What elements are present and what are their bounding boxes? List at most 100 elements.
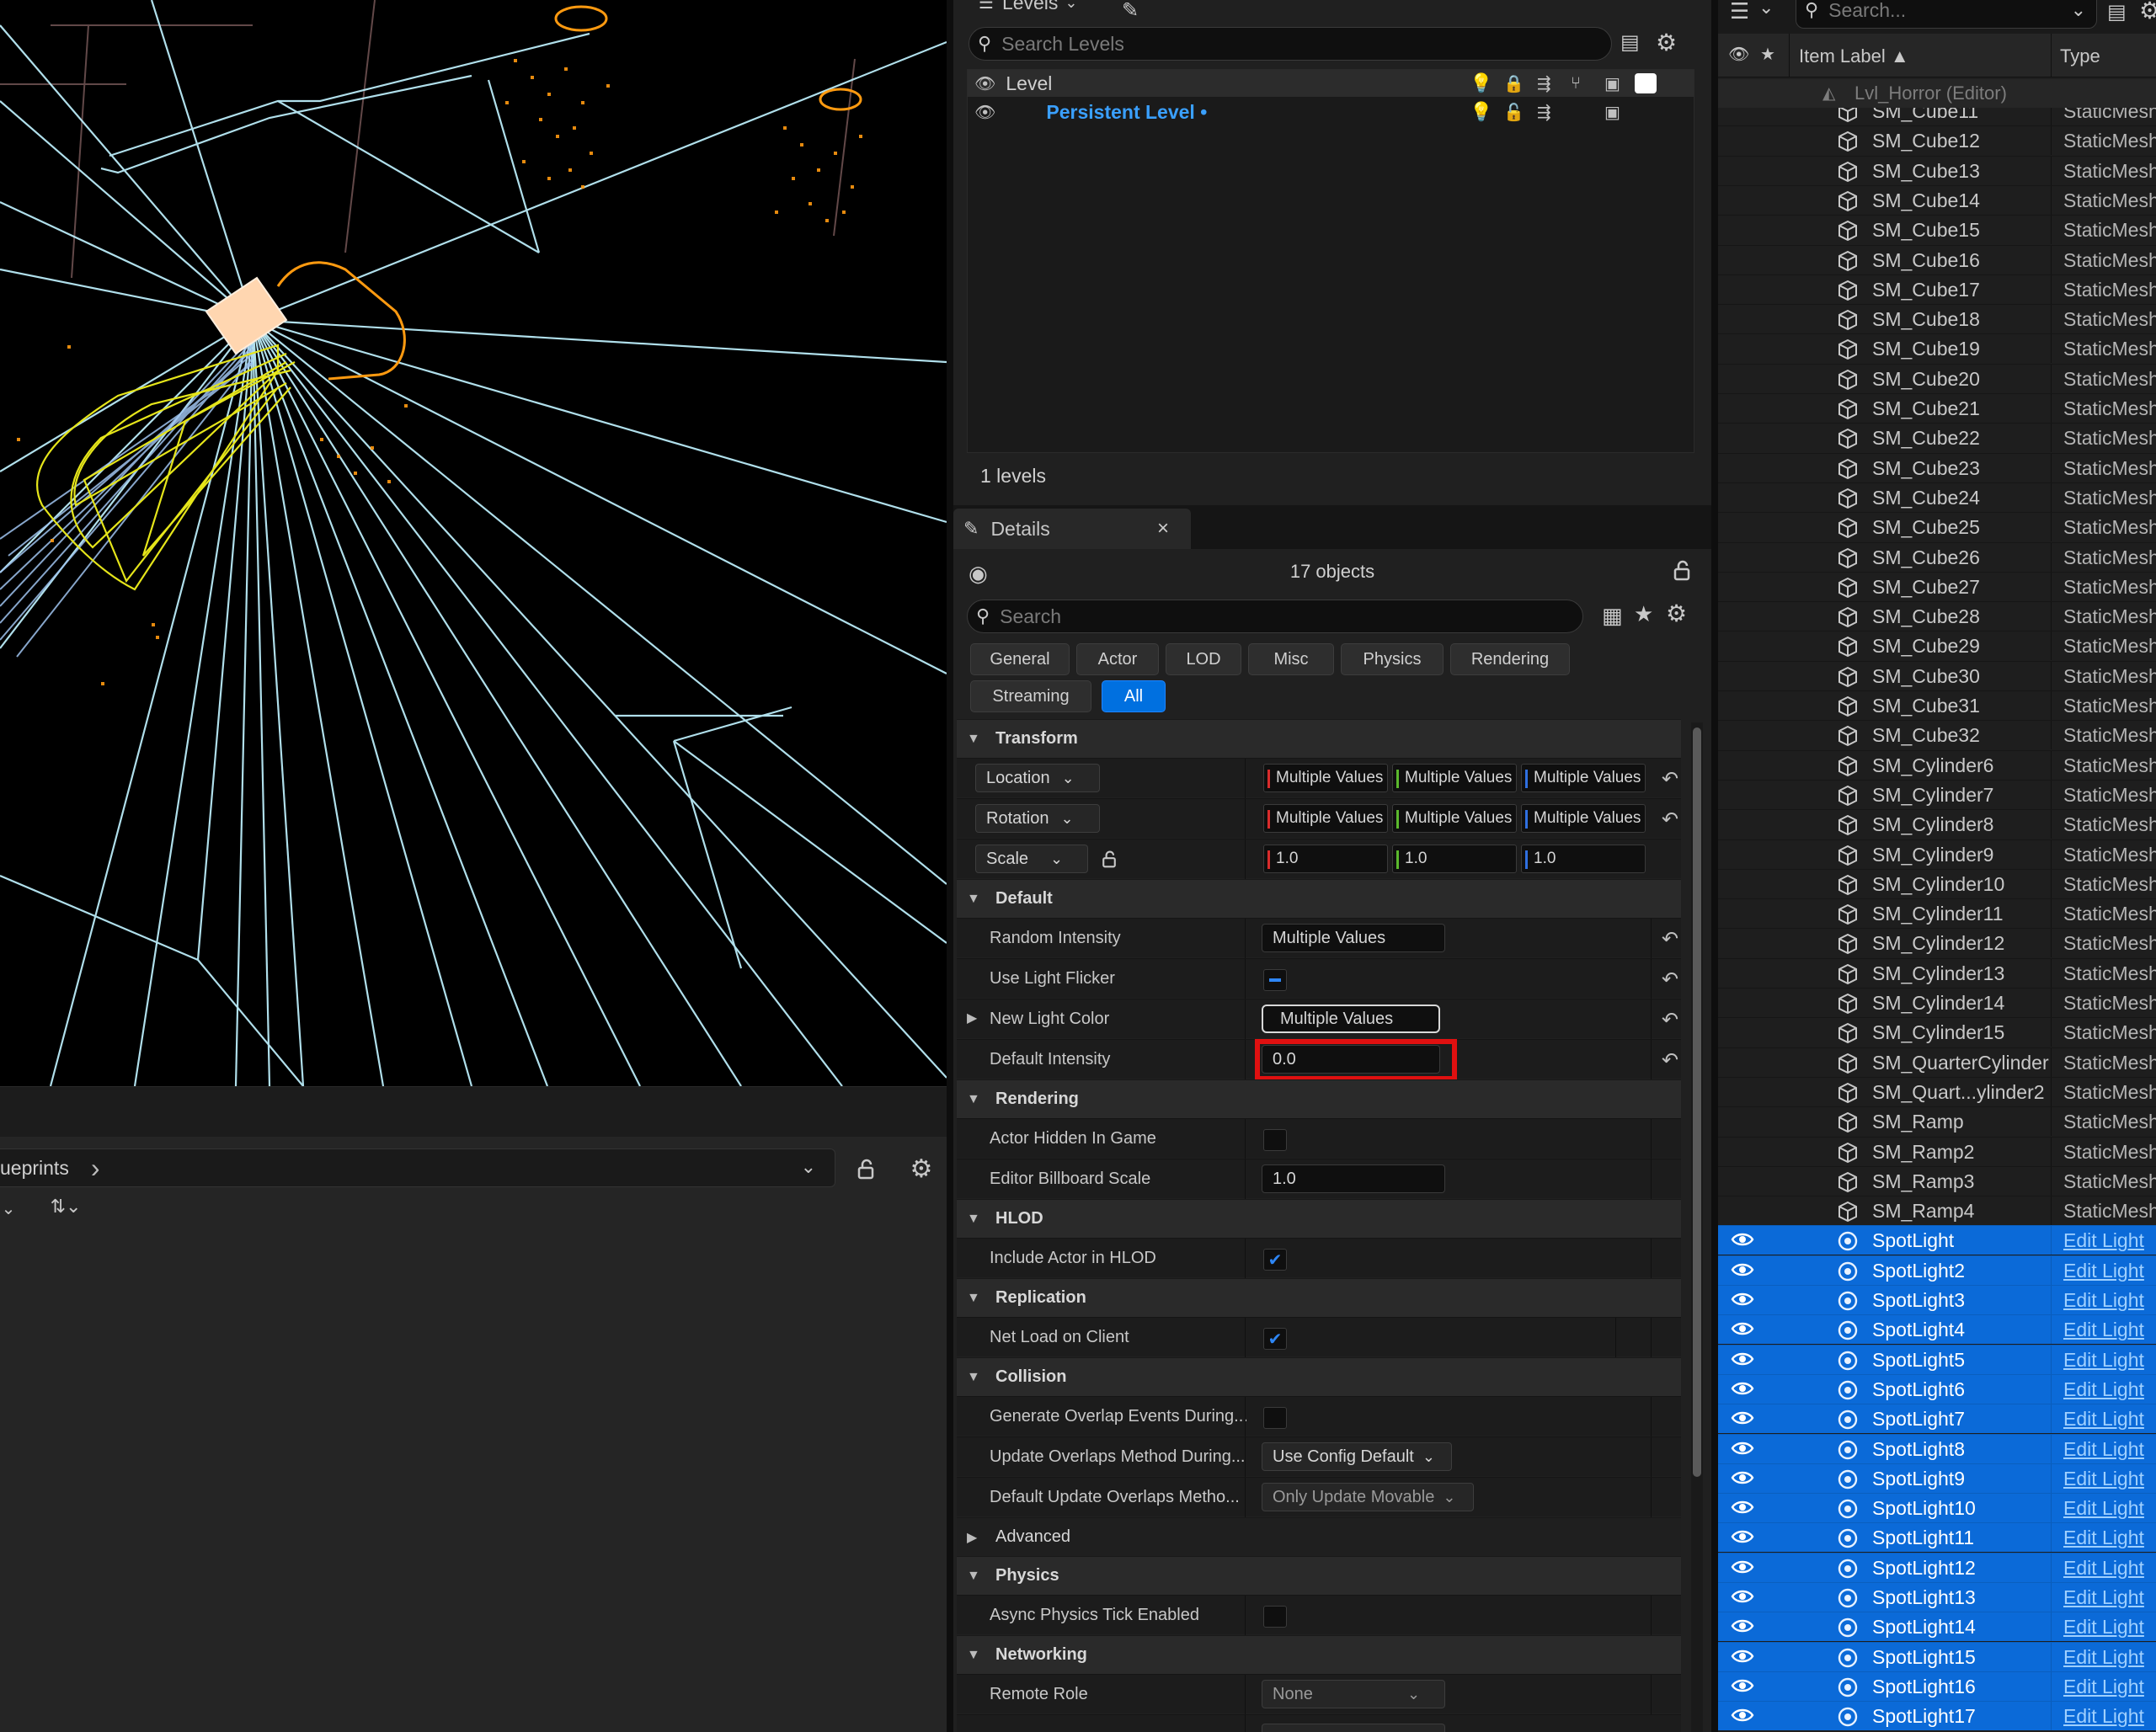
- outliner-item-type[interactable]: Edit Light: [2063, 1346, 2144, 1374]
- outliner-row[interactable]: SpotLight2 Edit Light: [1718, 1255, 2156, 1285]
- outliner-row[interactable]: SM_Ramp2 StaticMesh: [1718, 1136, 2156, 1166]
- reset-to-default-icon[interactable]: ↶: [1662, 807, 1678, 832]
- outliner-row[interactable]: SM_Cube12 StaticMesh: [1718, 125, 2156, 156]
- reset-to-default-icon[interactable]: ↶: [1662, 967, 1678, 992]
- expand-arrow-icon[interactable]: ▶: [967, 1010, 977, 1026]
- scale-mode-dropdown[interactable]: Scale ⌄: [975, 845, 1088, 873]
- outliner-row[interactable]: SpotLight16 Edit Light: [1718, 1671, 2156, 1701]
- outliner-item-type[interactable]: Edit Light: [2063, 1375, 2144, 1404]
- random-intensity-field[interactable]: Multiple Values: [1262, 924, 1445, 952]
- type-column-header[interactable]: Type: [2052, 45, 2156, 67]
- location-mode-dropdown[interactable]: Location ⌄: [975, 764, 1100, 792]
- gear-icon[interactable]: ⚙: [2139, 0, 2156, 24]
- outliner-row[interactable]: SM_Ramp3 StaticMesh: [1718, 1165, 2156, 1196]
- outliner-row[interactable]: SM_Cube24 StaticMesh: [1718, 482, 2156, 512]
- visibility-eye-icon[interactable]: [1731, 1290, 1756, 1310]
- outliner-item-type[interactable]: Edit Light: [2063, 1256, 2144, 1285]
- section-networking[interactable]: ▼ Networking: [957, 1635, 1681, 1674]
- outliner-row[interactable]: SM_Cube23 StaticMesh: [1718, 452, 2156, 482]
- section-collision[interactable]: ▼ Collision: [957, 1357, 1681, 1396]
- table-view-icon[interactable]: ▦: [1602, 603, 1623, 629]
- outliner-row[interactable]: SM_Cube16 StaticMesh: [1718, 244, 2156, 274]
- net-load-checkbox[interactable]: ✔: [1263, 1328, 1287, 1350]
- outliner-root-row[interactable]: ◭ Lvl_Horror (Editor): [1718, 79, 2156, 108]
- details-search-input[interactable]: ⚲ Search: [967, 600, 1583, 633]
- visibility-eye-icon[interactable]: [1731, 1587, 1756, 1607]
- location-x-field[interactable]: Multiple Values: [1263, 764, 1388, 792]
- outliner-row[interactable]: SM_Cylinder12 StaticMesh: [1718, 928, 2156, 958]
- lock-icon[interactable]: [1100, 850, 1118, 868]
- level-row-persistent[interactable]: 👁 Persistent Level • 💡 🔓 ⇶ ▣: [968, 99, 1694, 125]
- filter-tab-all[interactable]: All: [1102, 680, 1166, 712]
- persistent-level-label[interactable]: Persistent Level •: [1046, 101, 1207, 124]
- rotation-mode-dropdown[interactable]: Rotation ⌄: [975, 804, 1100, 833]
- outliner-row[interactable]: SM_Cube31 StaticMesh: [1718, 690, 2156, 720]
- gear-icon[interactable]: ⚙: [906, 1154, 937, 1184]
- add-folder-icon[interactable]: ▤: [2107, 0, 2127, 24]
- outliner-row[interactable]: SM_Cube30 StaticMesh: [1718, 660, 2156, 690]
- actor-hidden-checkbox[interactable]: [1263, 1129, 1287, 1151]
- visibility-eye-icon[interactable]: [1731, 1409, 1756, 1429]
- gear-icon[interactable]: ⚙: [1656, 29, 1677, 56]
- outliner-row[interactable]: SM_Cube29 StaticMesh: [1718, 631, 2156, 661]
- use-light-flicker-checkbox[interactable]: [1263, 969, 1287, 991]
- visibility-eye-icon[interactable]: [1731, 1706, 1756, 1726]
- outliner-row[interactable]: SpotLight10 Edit Light: [1718, 1493, 2156, 1523]
- star-icon[interactable]: ★: [1634, 601, 1653, 627]
- hierarchy-icon[interactable]: ⇶: [1537, 102, 1551, 123]
- outliner-row[interactable]: SM_Cube17 StaticMesh: [1718, 274, 2156, 304]
- details-tab[interactable]: ✎ Details ×: [953, 509, 1191, 549]
- outliner-item-type[interactable]: Edit Light: [2063, 1435, 2144, 1463]
- outliner-row[interactable]: SM_Cylinder11 StaticMesh: [1718, 898, 2156, 929]
- section-hlod[interactable]: ▼ HLOD: [957, 1199, 1681, 1238]
- outliner-row[interactable]: SM_QuarterCylinder StaticMesh: [1718, 1047, 2156, 1077]
- outliner-row[interactable]: SM_Cylinder10 StaticMesh: [1718, 868, 2156, 898]
- visibility-eye-icon[interactable]: [1731, 1558, 1756, 1578]
- outliner-row[interactable]: SpotLight Edit Light: [1718, 1225, 2156, 1255]
- outliner-row[interactable]: SpotLight6 Edit Light: [1718, 1373, 2156, 1404]
- outliner-row[interactable]: SM_Cylinder14 StaticMesh: [1718, 988, 2156, 1017]
- panel-splitter[interactable]: [947, 0, 953, 1732]
- outliner-row[interactable]: SM_Cube26 StaticMesh: [1718, 541, 2156, 572]
- add-folder-icon[interactable]: ▤: [1620, 30, 1640, 55]
- lock-icon[interactable]: 🔒: [1503, 73, 1524, 94]
- outliner-row[interactable]: SM_Cube18 StaticMesh: [1718, 304, 2156, 334]
- outliner-row[interactable]: SpotLight7 Edit Light: [1718, 1404, 2156, 1434]
- visibility-eye-icon[interactable]: [1731, 1439, 1756, 1459]
- visibility-eye-icon[interactable]: [1731, 1319, 1756, 1340]
- rotation-y-field[interactable]: Multiple Values: [1392, 804, 1517, 833]
- details-scrollbar-track[interactable]: [1691, 722, 1703, 1732]
- item-label-column-header[interactable]: Item Label ▲: [1799, 45, 1909, 67]
- outliner-row[interactable]: SM_Cube14 StaticMesh: [1718, 184, 2156, 215]
- update-overlaps-dropdown[interactable]: Use Config Default ⌄: [1262, 1442, 1452, 1471]
- path-chevron-icon[interactable]: ›: [91, 1153, 100, 1184]
- outliner-row[interactable]: SM_Cylinder13 StaticMesh: [1718, 957, 2156, 988]
- new-light-color-swatch[interactable]: Multiple Values: [1262, 1005, 1440, 1033]
- save-icon[interactable]: ▣: [1604, 102, 1620, 123]
- lightbulb-icon[interactable]: 💡: [1470, 72, 1492, 94]
- outliner-row[interactable]: SpotLight17 Edit Light: [1718, 1701, 2156, 1731]
- async-tick-checkbox[interactable]: [1263, 1606, 1287, 1628]
- filter-tab-physics[interactable]: Physics: [1341, 643, 1444, 675]
- outliner-row[interactable]: SM_Cylinder15 StaticMesh: [1718, 1017, 2156, 1047]
- outliner-row[interactable]: SM_Quart...ylinder2 StaticMesh: [1718, 1076, 2156, 1106]
- outliner-row[interactable]: SM_Cube32 StaticMesh: [1718, 720, 2156, 750]
- color-swatch[interactable]: [1635, 73, 1657, 93]
- visibility-eye-icon[interactable]: [1731, 1230, 1756, 1250]
- outliner-row[interactable]: SpotLight14 Edit Light: [1718, 1612, 2156, 1642]
- level-viewport[interactable]: [0, 0, 947, 1086]
- outliner-search-input[interactable]: ⚲ Search... ⌄: [1796, 0, 2097, 29]
- section-default[interactable]: ▼ Default: [957, 879, 1681, 918]
- levels-tab[interactable]: ☰ Levels ⌄: [979, 0, 1078, 17]
- reset-to-default-icon[interactable]: ↶: [1662, 927, 1678, 951]
- outliner-row[interactable]: SM_Cube25 StaticMesh: [1718, 512, 2156, 542]
- outliner-item-type[interactable]: Edit Light: [2063, 1702, 2144, 1730]
- lock-icon[interactable]: [1671, 559, 1693, 581]
- outliner-row[interactable]: SpotLight13 Edit Light: [1718, 1582, 2156, 1612]
- path-dropdown-icon[interactable]: ⌄: [801, 1156, 816, 1178]
- outliner-row[interactable]: SpotLight12 Edit Light: [1718, 1552, 2156, 1582]
- outliner-row[interactable]: SM_Cube20 StaticMesh: [1718, 363, 2156, 393]
- outliner-row[interactable]: SM_Cube27 StaticMesh: [1718, 571, 2156, 601]
- gear-icon[interactable]: ⚙: [1666, 600, 1687, 627]
- section-advanced[interactable]: ▶ Advanced: [957, 1517, 1681, 1556]
